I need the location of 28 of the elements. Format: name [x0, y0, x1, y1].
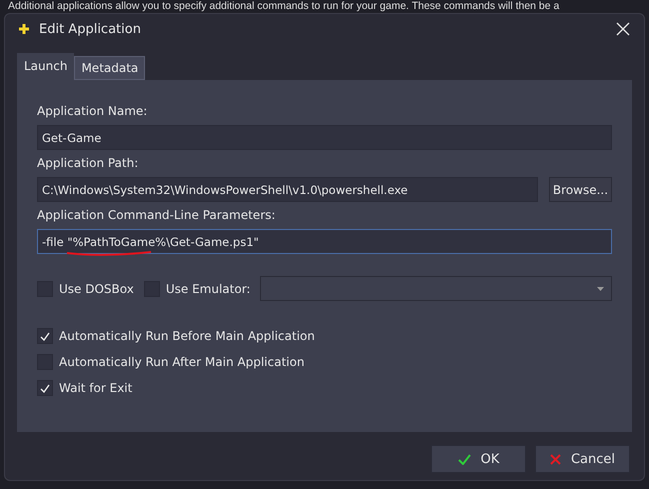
close-icon — [616, 22, 630, 36]
checkbox[interactable] — [37, 328, 53, 344]
tab[interactable]: Launch — [17, 53, 74, 80]
checkbox-label: Wait for Exit — [59, 381, 132, 395]
checkmark-icon — [458, 454, 471, 464]
browse-button[interactable]: Browse... — [549, 177, 612, 202]
text-field[interactable]: Get-Game — [37, 125, 612, 150]
cancel-button[interactable]: Cancel — [535, 445, 630, 473]
app-icon — [19, 24, 29, 34]
ok-button[interactable]: OK — [431, 445, 526, 473]
checkmark-icon — [40, 384, 50, 392]
field-label: Application Name: — [37, 104, 148, 118]
background-text: Additional applications allow you to specify additional commands to run for your game. These commands will then be a — [7, 0, 560, 13]
checkbox[interactable] — [37, 380, 53, 396]
checkbox-label: Automatically Run Before Main Application — [59, 329, 315, 343]
cross-icon — [550, 454, 561, 464]
checkmark-icon — [40, 332, 50, 340]
emulator-dropdown[interactable] — [260, 276, 612, 301]
text-field[interactable]: C:\Windows\System32\WindowsPowerShell\v1.0\powershell.exe — [37, 177, 538, 202]
checkbox-label: Automatically Run After Main Application — [59, 355, 304, 369]
field-label: Application Path: — [37, 156, 140, 170]
checkbox-label: Use DOSBox — [59, 282, 134, 296]
checkbox-label: Use Emulator: — [166, 282, 250, 296]
window-title: Edit Application — [39, 22, 141, 36]
field-label: Application Command-Line Parameters: — [37, 208, 276, 222]
caret-icon — [597, 286, 604, 290]
tab[interactable]: Metadata — [74, 56, 146, 80]
text-field[interactable]: -file "%PathToGame%\Get-Game.ps1" — [37, 229, 612, 254]
